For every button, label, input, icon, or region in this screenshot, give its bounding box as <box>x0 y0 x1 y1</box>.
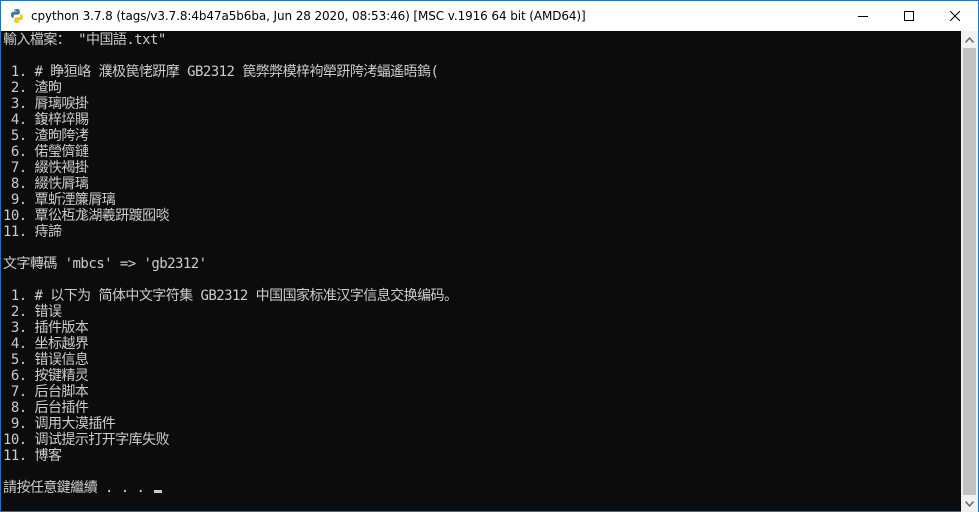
console-line: 10. 覃彸枑尨湖羲趼踱囮啖 <box>3 208 170 224</box>
console-line: 文字轉碼 'mbcs' => 'gb2312' <box>3 256 207 272</box>
python-icon[interactable] <box>9 8 25 24</box>
console-line: 7. 綴怢褐掛 <box>3 160 89 176</box>
scroll-thumb[interactable] <box>963 48 976 495</box>
console-line: 4. 鍑梓埣賜 <box>3 112 89 128</box>
close-button[interactable] <box>932 1 978 31</box>
console-line: 7. 后台脚本 <box>3 384 89 400</box>
console-line: 6. 偌瑩儕鏈 <box>3 144 89 160</box>
console-line: 2. 渣昫 <box>3 80 62 96</box>
prompt-line: 請按任意鍵繼續 . . . <box>3 480 163 496</box>
scroll-down-button[interactable] <box>961 495 978 512</box>
console-line: 9. 覃蚚湮簾脣璃 <box>3 192 116 208</box>
console-line: 5. 渣昫陓洘 <box>3 128 89 144</box>
title-bar[interactable]: cpython 3.7.8 (tags/v3.7.8:4b47a5b6ba, J… <box>1 1 978 31</box>
console-line: 11. 痔諦 <box>3 224 62 240</box>
console-line: 3. 脣璃唳掛 <box>3 96 89 112</box>
console-line: 6. 按键精灵 <box>3 368 89 384</box>
chevron-down-icon <box>965 500 974 507</box>
console-window: cpython 3.7.8 (tags/v3.7.8:4b47a5b6ba, J… <box>0 0 979 512</box>
close-icon <box>950 11 960 21</box>
window-title: cpython 3.7.8 (tags/v3.7.8:4b47a5b6ba, J… <box>31 9 586 23</box>
press-any-key-prompt: 請按任意鍵繼續 . . . <box>3 480 153 496</box>
console-line: 1. # 以下为 简体中文字符集 GB2312 中国国家标准汉字信息交换编码。 <box>3 288 458 304</box>
console-line: 2. 错误 <box>3 304 62 320</box>
vertical-scrollbar[interactable] <box>961 31 978 512</box>
console-line: 8. 綴怢脣璃 <box>3 176 89 192</box>
console-line: 5. 错误信息 <box>3 352 89 368</box>
minimize-button[interactable] <box>840 1 886 31</box>
maximize-button[interactable] <box>886 1 932 31</box>
minimize-icon <box>858 16 868 17</box>
console-line: 1. # 睁狟峈 濮极笢恅趼摩 GB2312 笢弊弊模梓袧犖趼陓洘蝠遙晤鎢( <box>3 64 439 80</box>
console-line: 3. 插件版本 <box>3 320 89 336</box>
maximize-icon <box>904 11 914 21</box>
console-line: 11. 博客 <box>3 448 62 464</box>
scroll-up-button[interactable] <box>961 31 978 48</box>
console-line: 10. 调试提示打开字库失败 <box>3 432 170 448</box>
console-line: 8. 后台插件 <box>3 400 89 416</box>
console-line: 4. 坐标越界 <box>3 336 89 352</box>
text-cursor <box>154 490 163 493</box>
console-output[interactable]: 輸入檔案： "中国語.txt" 1. # 睁狟峈 濮极笢恅趼摩 GB2312 笢… <box>1 31 961 512</box>
chevron-up-icon <box>965 36 974 43</box>
console-line: 輸入檔案： "中国語.txt" <box>3 32 166 48</box>
console-line: 9. 调用大漠插件 <box>3 416 116 432</box>
